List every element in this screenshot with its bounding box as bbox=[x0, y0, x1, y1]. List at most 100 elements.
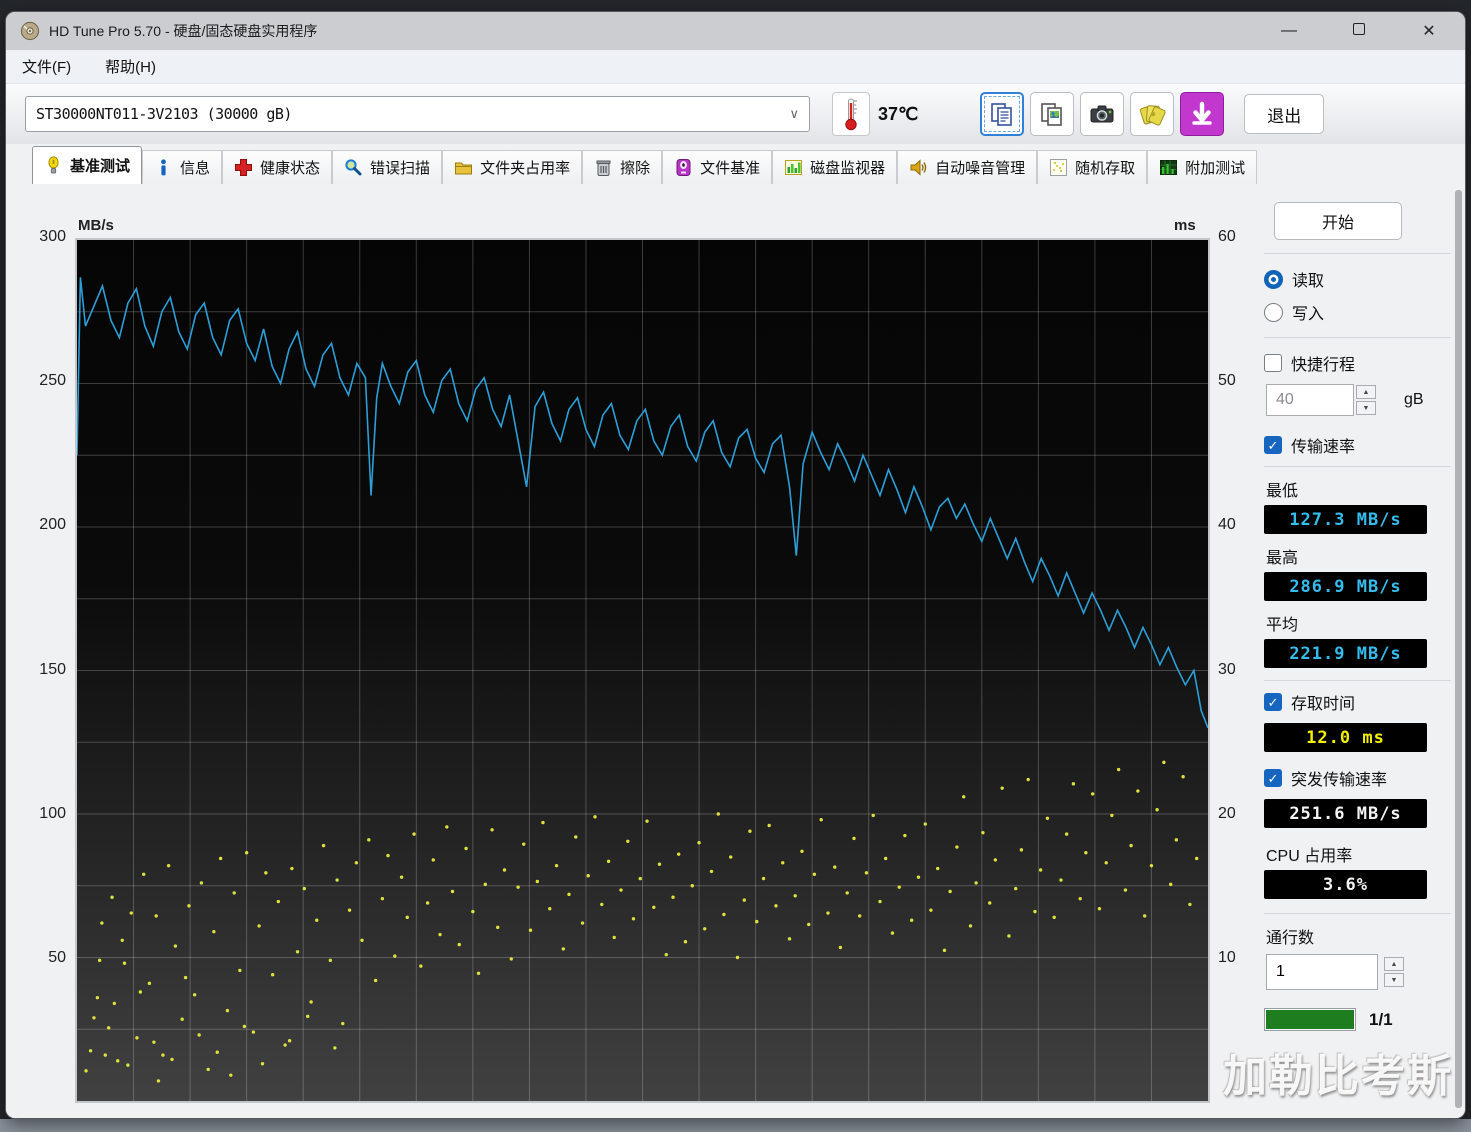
separator bbox=[1264, 253, 1451, 254]
copy-image-button[interactable] bbox=[1030, 92, 1074, 136]
max-label: 最高 bbox=[1266, 544, 1451, 568]
pass-count-spin-down[interactable]: ▼ bbox=[1384, 973, 1404, 987]
tab-info-label: 信息 bbox=[180, 157, 210, 178]
y-right-tick: 50 bbox=[1218, 372, 1236, 390]
exit-button[interactable]: 退出 bbox=[1244, 94, 1324, 134]
tab-health[interactable]: 健康状态 bbox=[222, 150, 332, 184]
thermometer-icon bbox=[843, 97, 859, 131]
tab-folder-usage[interactable]: 文件夹占用率 bbox=[442, 150, 582, 184]
screenshot-button[interactable] bbox=[1080, 92, 1124, 136]
app-disk-icon bbox=[20, 21, 40, 41]
chevron-down-icon: ∨ bbox=[789, 106, 799, 122]
tab-erase[interactable]: 擦除 bbox=[582, 150, 662, 184]
access-check-row[interactable]: ✓ 存取时间 bbox=[1264, 690, 1451, 714]
minimize-button[interactable]: — bbox=[1277, 22, 1301, 40]
read-radio[interactable] bbox=[1264, 270, 1283, 289]
drive-select[interactable]: ST30000NT011-3V2103 (30000 gB) ∨ bbox=[25, 96, 810, 132]
camera-icon bbox=[1088, 100, 1116, 128]
tab-random-access-label: 随机存取 bbox=[1075, 157, 1135, 178]
tab-disk-monitor-label: 磁盘监视器 bbox=[810, 157, 885, 178]
random-access-icon bbox=[1049, 158, 1068, 177]
shortstroke-check-row[interactable]: 快捷行程 bbox=[1264, 351, 1451, 375]
tab-error-scan[interactable]: 错误扫描 bbox=[332, 150, 442, 184]
read-radio-row[interactable]: 读取 bbox=[1264, 267, 1451, 291]
close-button[interactable]: ✕ bbox=[1417, 21, 1441, 41]
shortstroke-checkbox[interactable] bbox=[1264, 354, 1282, 372]
download-arrow-icon bbox=[1189, 101, 1215, 127]
maximize-icon bbox=[1353, 23, 1365, 35]
folder-icon bbox=[454, 158, 473, 177]
min-label: 最低 bbox=[1266, 477, 1451, 501]
y-left-tick: 100 bbox=[16, 805, 66, 823]
tab-bar: 基准测试 信息 健康状态 错误扫描 文件夹占用率 擦除 文件基准 磁盘监视器 bbox=[6, 144, 1465, 184]
read-radio-label: 读取 bbox=[1292, 267, 1324, 291]
extra-tests-icon bbox=[1159, 158, 1178, 177]
temperature-button[interactable] bbox=[832, 92, 870, 136]
menu-file[interactable]: 文件(F) bbox=[22, 56, 71, 77]
app-window: HD Tune Pro 5.70 - 硬盘/固态硬盘实用程序 — ✕ 文件(F)… bbox=[6, 12, 1465, 1118]
info-icon bbox=[154, 158, 173, 177]
separator bbox=[1264, 337, 1451, 338]
tab-error-scan-label: 错误扫描 bbox=[370, 157, 430, 178]
tab-benchmark[interactable]: 基准测试 bbox=[32, 146, 142, 184]
y-left-tick: 250 bbox=[16, 372, 66, 390]
pass-count-spin-up[interactable]: ▲ bbox=[1384, 957, 1404, 971]
max-value-display: 286.9 MB/s bbox=[1264, 572, 1427, 601]
menu-help[interactable]: 帮助(H) bbox=[105, 56, 156, 77]
tab-health-label: 健康状态 bbox=[260, 157, 320, 178]
pass-count-label: 通行数 bbox=[1266, 924, 1451, 948]
tab-aam[interactable]: 自动噪音管理 bbox=[897, 150, 1037, 184]
y-right-tick: 10 bbox=[1218, 949, 1236, 967]
download-button[interactable] bbox=[1180, 92, 1224, 136]
desktop-taskbar-strip bbox=[0, 1119, 1471, 1132]
disk-monitor-icon bbox=[784, 158, 803, 177]
pass-count-input[interactable]: 1 bbox=[1266, 954, 1378, 990]
benchmark-plot bbox=[75, 238, 1210, 1103]
access-time-display: 12.0 ms bbox=[1264, 723, 1427, 752]
transfer-check-row[interactable]: ✓ 传输速率 bbox=[1264, 433, 1451, 457]
start-button[interactable]: 开始 bbox=[1274, 202, 1402, 240]
copy-text-icon bbox=[989, 101, 1015, 127]
pass-count-row: 1 ▲ ▼ bbox=[1266, 954, 1451, 990]
shortstroke-spin-down[interactable]: ▼ bbox=[1356, 401, 1376, 415]
export-button[interactable] bbox=[1130, 92, 1174, 136]
benchmark-content: MB/s ms 30025020015010050 605040302010 开… bbox=[6, 184, 1465, 1118]
maximize-button[interactable] bbox=[1347, 22, 1371, 40]
y-left-tick: 200 bbox=[16, 516, 66, 534]
burst-label: 突发传输速率 bbox=[1291, 766, 1387, 790]
red-cross-icon bbox=[234, 158, 253, 177]
transfer-label: 传输速率 bbox=[1291, 433, 1355, 457]
transfer-checkbox[interactable]: ✓ bbox=[1264, 436, 1282, 454]
chart-area: MB/s ms 30025020015010050 605040302010 bbox=[6, 184, 1252, 1118]
shortstroke-spin-up[interactable]: ▲ bbox=[1356, 385, 1376, 399]
tab-random-access[interactable]: 随机存取 bbox=[1037, 150, 1147, 184]
tab-extra-tests[interactable]: 附加测试 bbox=[1147, 150, 1257, 184]
cpu-label: CPU 占用率 bbox=[1266, 842, 1451, 866]
export-cards-icon bbox=[1138, 100, 1166, 128]
shortstroke-input[interactable]: 40 bbox=[1266, 384, 1354, 416]
y-right-tick: 30 bbox=[1218, 661, 1236, 679]
y-left-tick: 300 bbox=[16, 228, 66, 246]
tab-aam-label: 自动噪音管理 bbox=[935, 157, 1025, 178]
tab-disk-monitor[interactable]: 磁盘监视器 bbox=[772, 150, 897, 184]
burst-check-row[interactable]: ✓ 突发传输速率 bbox=[1264, 766, 1451, 790]
progress-label: 1/1 bbox=[1369, 1010, 1393, 1030]
write-radio-row[interactable]: 写入 bbox=[1264, 300, 1451, 324]
copy-image-icon bbox=[1039, 101, 1065, 127]
write-radio[interactable] bbox=[1264, 303, 1283, 322]
benchmark-plot-svg bbox=[77, 240, 1208, 1101]
burst-checkbox[interactable]: ✓ bbox=[1264, 769, 1282, 787]
y-right-tick: 40 bbox=[1218, 516, 1236, 534]
tab-info[interactable]: 信息 bbox=[142, 150, 222, 184]
copy-text-button[interactable] bbox=[980, 92, 1024, 136]
progress-row: 1/1 bbox=[1264, 1008, 1451, 1031]
progress-bar bbox=[1264, 1008, 1356, 1031]
speaker-icon bbox=[909, 158, 928, 177]
access-time-checkbox[interactable]: ✓ bbox=[1264, 693, 1282, 711]
tab-benchmark-label: 基准测试 bbox=[70, 155, 130, 176]
drive-select-value: ST30000NT011-3V2103 (30000 gB) bbox=[36, 105, 292, 123]
y-left-tick: 50 bbox=[16, 949, 66, 967]
y-axis-right-unit: ms bbox=[1174, 217, 1196, 234]
tab-file-benchmark[interactable]: 文件基准 bbox=[662, 150, 772, 184]
exit-button-label: 退出 bbox=[1267, 102, 1301, 127]
